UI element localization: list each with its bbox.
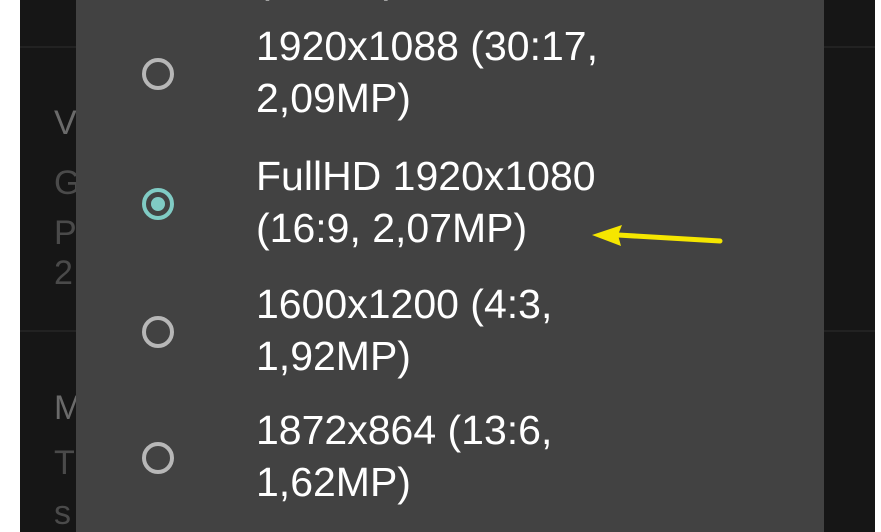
resolution-option[interactable]: 1600x1200 (4:3, 1,92MP) bbox=[76, 278, 824, 388]
option-label-line: FullHD 1920x1080 bbox=[256, 153, 596, 199]
background-text: 2 bbox=[54, 254, 73, 292]
option-label-line: 2,09MP) bbox=[256, 75, 411, 121]
option-label-line: 1872x864 (13:6, bbox=[256, 407, 553, 453]
radio-button[interactable] bbox=[142, 316, 174, 348]
option-label-line: 1,62MP) bbox=[256, 459, 411, 505]
resolution-option[interactable]: 1872x864 (13:6, 1,62MP) bbox=[76, 404, 824, 514]
partial-option-above: ( ) bbox=[256, 0, 397, 4]
screen: V G P 2 M T s ( ) 1920x1088 (30:17, 2,09… bbox=[0, 0, 881, 532]
background-text: T bbox=[54, 444, 75, 482]
radio-button-selected[interactable] bbox=[142, 188, 174, 220]
frame-edge-right bbox=[875, 0, 881, 532]
frame-edge-left bbox=[0, 0, 20, 532]
resolution-dialog: ( ) 1920x1088 (30:17, 2,09MP) FullHD 192… bbox=[76, 0, 824, 532]
option-label-line: 1,92MP) bbox=[256, 333, 411, 379]
option-label: 1872x864 (13:6, 1,62MP) bbox=[256, 404, 776, 508]
option-label-line: 1600x1200 (4:3, bbox=[256, 281, 553, 327]
background-text: P bbox=[54, 214, 77, 252]
radio-button[interactable] bbox=[142, 58, 174, 90]
option-label: 1600x1200 (4:3, 1,92MP) bbox=[256, 278, 776, 382]
resolution-option[interactable]: 1920x1088 (30:17, 2,09MP) bbox=[76, 20, 824, 130]
option-label: 1920x1088 (30:17, 2,09MP) bbox=[256, 20, 776, 124]
arrow-left-icon bbox=[592, 225, 723, 246]
radio-button[interactable] bbox=[142, 442, 174, 474]
background-text: s bbox=[54, 494, 71, 532]
option-label-line: 1920x1088 (30:17, bbox=[256, 23, 598, 69]
background-text: V bbox=[54, 104, 77, 142]
